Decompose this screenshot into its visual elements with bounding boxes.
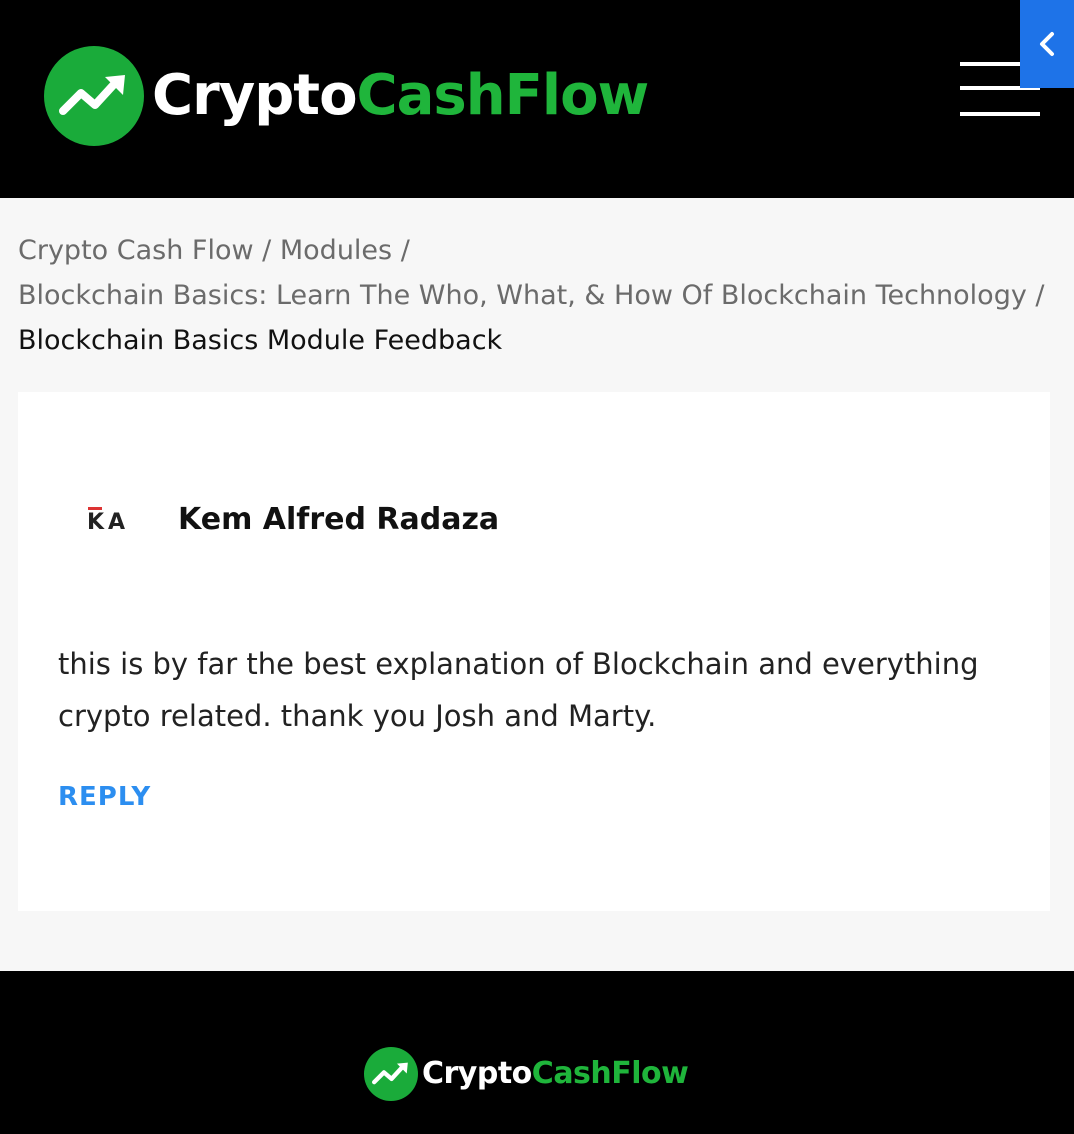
footer-logo[interactable]: CryptoCashFlow bbox=[364, 1047, 689, 1101]
comment-body: this is by far the best explanation of B… bbox=[58, 647, 979, 733]
logo-text-crypto: Crypto bbox=[152, 63, 358, 128]
breadcrumb-link-modules[interactable]: Modules bbox=[280, 235, 392, 266]
breadcrumb-separator: / bbox=[400, 235, 410, 266]
avatar: KA bbox=[64, 487, 152, 557]
site-logo[interactable]: CryptoCashFlow bbox=[44, 46, 649, 146]
site-header: CryptoCashFlow bbox=[0, 0, 1074, 198]
breadcrumb-separator: / bbox=[1035, 280, 1045, 311]
trend-up-icon bbox=[44, 46, 144, 146]
comment-author: Kem Alfred Radaza bbox=[178, 502, 500, 537]
breadcrumb-separator: / bbox=[262, 235, 272, 266]
trend-up-icon bbox=[364, 1047, 418, 1101]
reply-button[interactable]: REPLY bbox=[58, 782, 151, 812]
site-footer: CryptoCashFlow bbox=[0, 971, 1074, 1134]
breadcrumb: Crypto Cash Flow / Modules / Blockchain … bbox=[18, 228, 1058, 363]
logo-text-cashflow: CashFlow bbox=[356, 63, 650, 128]
side-panel-toggle[interactable] bbox=[1020, 0, 1074, 88]
chevron-left-icon bbox=[1040, 32, 1054, 56]
hamburger-line bbox=[960, 112, 1040, 116]
footer-logo-text-cashflow: CashFlow bbox=[531, 1056, 689, 1091]
breadcrumb-link-home[interactable]: Crypto Cash Flow bbox=[18, 235, 254, 266]
breadcrumb-current: Blockchain Basics Module Feedback bbox=[18, 325, 503, 356]
logo-text: CryptoCashFlow bbox=[152, 68, 649, 124]
avatar-initials: KA bbox=[86, 506, 130, 535]
footer-logo-text-crypto: Crypto bbox=[422, 1056, 532, 1091]
footer-logo-text: CryptoCashFlow bbox=[422, 1056, 689, 1091]
comment-card: KA Kem Alfred Radaza this is by far the … bbox=[18, 392, 1050, 911]
breadcrumb-link-course[interactable]: Blockchain Basics: Learn The Who, What, … bbox=[18, 280, 1027, 311]
